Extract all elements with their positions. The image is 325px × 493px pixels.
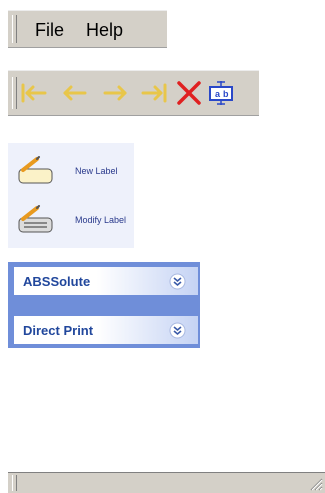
navigation-toolbar: a b xyxy=(8,70,259,116)
task-new-label[interactable]: New Label xyxy=(16,156,132,186)
menu-file[interactable]: File xyxy=(35,20,64,41)
menu-help[interactable]: Help xyxy=(86,20,123,41)
last-record-icon xyxy=(141,83,167,103)
new-label-icon xyxy=(18,156,53,184)
menu-bar-grip[interactable] xyxy=(12,15,17,43)
group-label-direct-print: Direct Print xyxy=(23,323,94,338)
first-record-icon xyxy=(21,83,47,103)
new-label-text[interactable]: New Label xyxy=(75,166,118,176)
previous-record-icon xyxy=(63,85,87,101)
group-header-direct-print[interactable]: Direct Print xyxy=(14,316,198,344)
toolbar-grip[interactable] xyxy=(12,77,17,109)
explorer-bar: ABSSolute Direct Print xyxy=(8,262,200,348)
first-record-button[interactable] xyxy=(19,80,49,106)
previous-record-button[interactable] xyxy=(60,80,90,106)
last-record-button[interactable] xyxy=(139,80,169,106)
menu-bar: File Help xyxy=(8,10,167,48)
delete-icon xyxy=(177,81,201,105)
status-bar-grip xyxy=(12,475,17,491)
modify-label-icon xyxy=(18,205,53,233)
group-header-abssolute[interactable]: ABSSolute xyxy=(14,267,198,295)
chevron-double-down-icon[interactable] xyxy=(169,322,186,339)
resize-grip-icon[interactable] xyxy=(309,477,323,491)
text-field-icon: a b xyxy=(209,81,233,105)
group-label-abssolute: ABSSolute xyxy=(23,274,91,289)
label-task-panel: New Label Modify Label xyxy=(8,143,134,248)
status-bar xyxy=(8,472,325,493)
svg-text:b: b xyxy=(223,89,229,99)
chevron-double-down-icon[interactable] xyxy=(169,273,186,290)
next-record-button[interactable] xyxy=(100,80,130,106)
next-record-icon xyxy=(103,85,127,101)
modify-label-text[interactable]: Modify Label xyxy=(75,215,126,225)
task-modify-label[interactable]: Modify Label xyxy=(16,205,132,235)
delete-button[interactable] xyxy=(174,80,204,106)
text-field-button[interactable]: a b xyxy=(206,80,236,106)
